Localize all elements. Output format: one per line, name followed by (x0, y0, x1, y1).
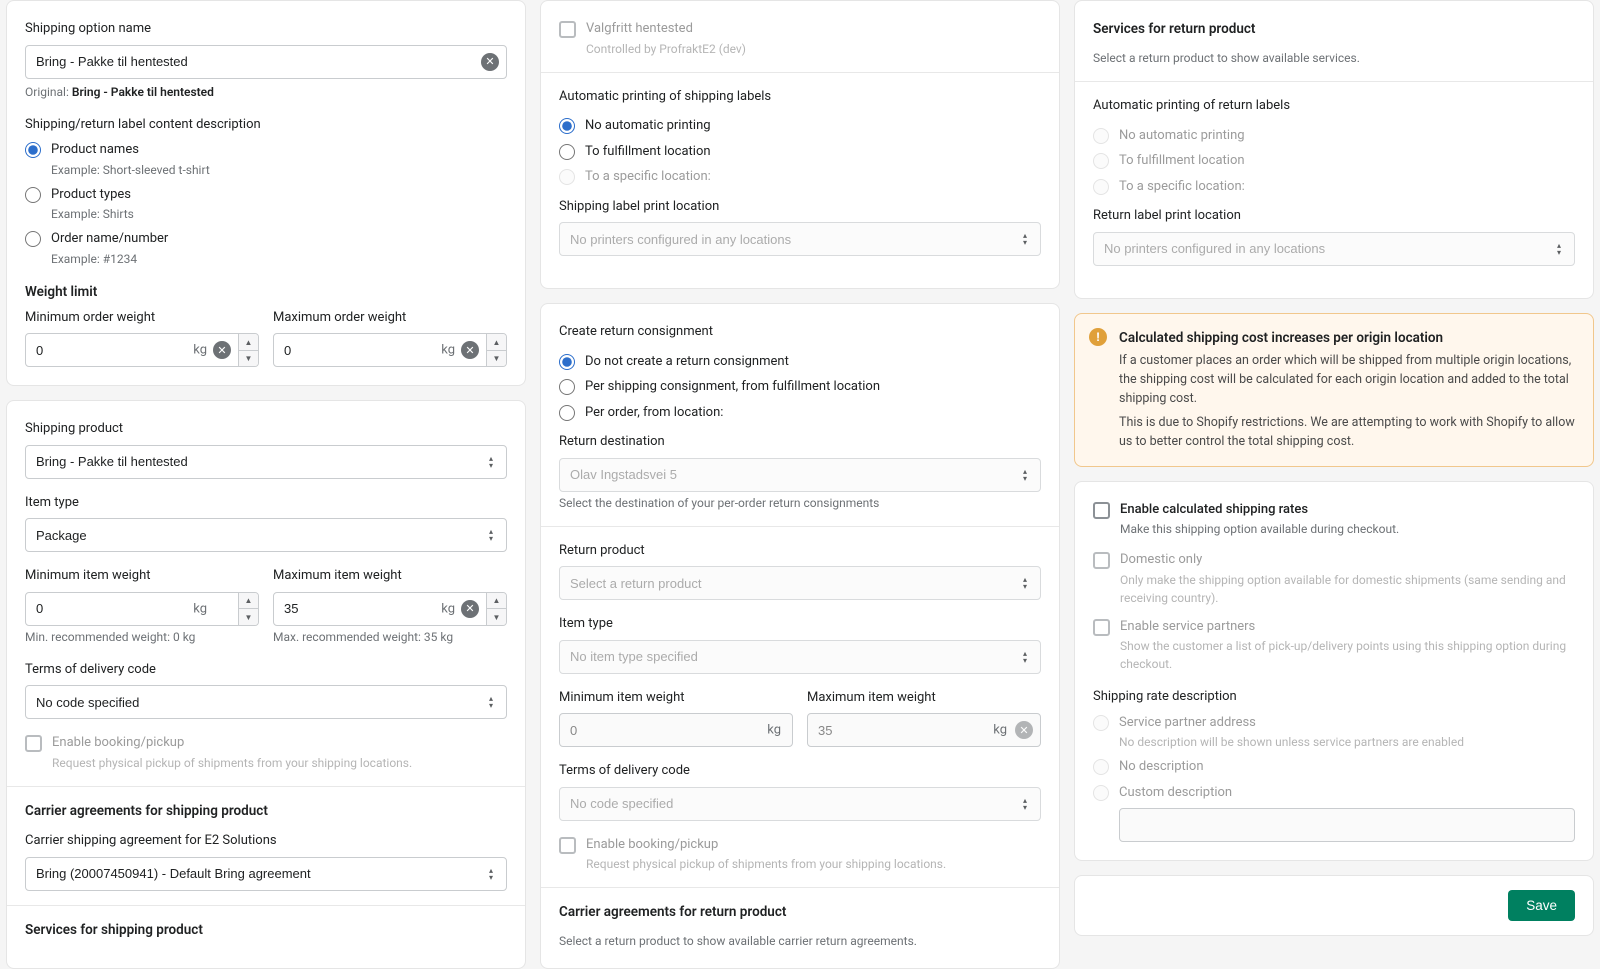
services-heading: Services for shipping product (25, 920, 507, 940)
chevron-down-icon[interactable]: ▼ (239, 609, 258, 625)
carrier-agreement-label: Carrier shipping agreement for E2 Soluti… (25, 831, 507, 851)
stepper[interactable]: ▲▼ (238, 334, 258, 366)
return-product-label: Return product (559, 541, 1041, 561)
chevron-down-icon[interactable]: ▼ (239, 351, 258, 367)
radio-specific-loc[interactable] (559, 169, 575, 185)
auto-print-heading: Automatic printing of shipping labels (559, 87, 1041, 107)
shipping-product-card: Shipping product Bring - Pakke til hente… (6, 400, 526, 969)
label-content-desc-heading: Shipping/return label content descriptio… (25, 115, 507, 135)
chevron-down-icon[interactable]: ▼ (487, 351, 506, 367)
return-product-select[interactable]: Select a return product (559, 566, 1041, 600)
terms-select[interactable]: No code specified (25, 685, 507, 719)
return-item-type-label: Item type (559, 614, 1041, 634)
print-location-label: Shipping label print location (559, 197, 1041, 217)
clear-icon[interactable]: ✕ (1015, 721, 1033, 739)
item-type-select[interactable]: Package (25, 518, 507, 552)
custom-desc-input[interactable] (1119, 808, 1575, 842)
banner-p1: If a customer places an order which will… (1119, 352, 1577, 408)
auto-print-card: Valgfritt hentestedControlled by Profrak… (540, 0, 1060, 289)
max-rec-note: Max. recommended weight: 35 kg (273, 628, 507, 646)
return-terms-label: Terms of delivery code (559, 761, 1041, 781)
radio-product-types[interactable] (25, 187, 41, 203)
valgfritt-checkbox[interactable] (559, 21, 576, 38)
return-dest-hint: Select the destination of your per-order… (559, 494, 1041, 512)
return-max-weight-label: Maximum item weight (807, 688, 1041, 708)
weight-limit-heading: Weight limit (25, 282, 507, 302)
radio-custom-desc[interactable] (1093, 785, 1109, 801)
chevron-up-icon[interactable]: ▲ (239, 334, 258, 351)
min-item-weight-label: Minimum item weight (25, 566, 259, 586)
services-return-card: Services for return product Select a ret… (1074, 0, 1594, 299)
warning-icon: ! (1089, 328, 1107, 346)
enable-booking-checkbox[interactable] (25, 735, 42, 752)
radio-no-return[interactable] (559, 354, 575, 370)
radio-product-names[interactable] (25, 142, 41, 158)
item-type-label: Item type (25, 493, 507, 513)
min-rec-note: Min. recommended weight: 0 kg (25, 628, 259, 646)
chevron-up-icon[interactable]: ▲ (487, 334, 506, 351)
return-dest-select[interactable]: Olav Ingstadsvei 5 (559, 458, 1041, 492)
chevron-down-icon[interactable]: ▼ (487, 609, 506, 625)
carrier-agreements-heading: Carrier agreements for shipping product (25, 801, 507, 821)
service-partners-checkbox[interactable] (1093, 619, 1110, 636)
radio-no-desc[interactable] (1093, 759, 1109, 775)
auto-return-print-heading: Automatic printing of return labels (1093, 96, 1575, 116)
radio-return-specific[interactable] (1093, 179, 1109, 195)
print-location-select[interactable]: No printers configured in any locations (559, 222, 1041, 256)
shipping-option-name-input[interactable] (25, 45, 507, 79)
return-dest-label: Return destination (559, 432, 1041, 452)
radio-no-auto-print[interactable] (559, 118, 575, 134)
warning-banner: ! Calculated shipping cost increases per… (1074, 313, 1594, 467)
shipping-option-name-label: Shipping option name (25, 19, 507, 39)
stepper[interactable]: ▲▼ (238, 593, 258, 625)
services-return-heading: Services for return product (1093, 19, 1575, 39)
return-print-location-select[interactable]: No printers configured in any locations (1093, 232, 1575, 266)
banner-p2: This is due to Shopify restrictions. We … (1119, 414, 1577, 452)
return-enable-booking-checkbox[interactable] (559, 837, 576, 854)
radio-per-shipping[interactable] (559, 379, 575, 395)
radio-return-no-auto[interactable] (1093, 128, 1109, 144)
enable-calc-checkbox[interactable] (1093, 502, 1110, 519)
radio-per-order[interactable] (559, 405, 575, 421)
save-button[interactable]: Save (1508, 890, 1575, 921)
banner-title: Calculated shipping cost increases per o… (1119, 328, 1577, 348)
max-item-weight-label: Maximum item weight (273, 566, 507, 586)
radio-fulfillment-loc[interactable] (559, 144, 575, 160)
calculated-rates-card: Enable calculated shipping ratesMake thi… (1074, 481, 1594, 862)
return-min-weight-label: Minimum item weight (559, 688, 793, 708)
max-order-weight-label: Maximum order weight (273, 308, 507, 328)
chevron-up-icon[interactable]: ▲ (487, 593, 506, 610)
clear-icon[interactable]: ✕ (461, 341, 479, 359)
shipping-option-card: Shipping option name ✕ Original: Bring -… (6, 0, 526, 386)
return-min-weight-input[interactable] (559, 713, 793, 747)
return-consignment-card: Create return consignment Do not create … (540, 303, 1060, 969)
stepper[interactable]: ▲▼ (486, 334, 506, 366)
save-bar: Save (1074, 875, 1594, 936)
clear-icon[interactable]: ✕ (461, 600, 479, 618)
create-return-heading: Create return consignment (559, 322, 1041, 342)
shipping-product-select[interactable]: Bring - Pakke til hentested (25, 445, 507, 479)
radio-service-partner-addr[interactable] (1093, 715, 1109, 731)
carrier-agreement-select[interactable]: Bring (20007450941) - Default Bring agre… (25, 857, 507, 891)
clear-icon[interactable]: ✕ (481, 53, 499, 71)
return-item-type-select[interactable]: No item type specified (559, 640, 1041, 674)
return-print-location-label: Return label print location (1093, 206, 1575, 226)
rate-desc-heading: Shipping rate description (1093, 687, 1575, 707)
min-order-weight-label: Minimum order weight (25, 308, 259, 328)
clear-icon[interactable]: ✕ (213, 341, 231, 359)
carrier-return-heading: Carrier agreements for return product (559, 902, 1041, 922)
domestic-checkbox[interactable] (1093, 552, 1110, 569)
original-label: Original: Bring - Pakke til hentested (25, 83, 507, 101)
services-return-hint: Select a return product to show availabl… (1093, 49, 1575, 67)
carrier-return-hint: Select a return product to show availabl… (559, 932, 1041, 950)
radio-return-fulfillment[interactable] (1093, 153, 1109, 169)
min-item-weight-input[interactable] (25, 592, 259, 626)
chevron-up-icon[interactable]: ▲ (239, 593, 258, 610)
return-terms-select[interactable]: No code specified (559, 787, 1041, 821)
stepper[interactable]: ▲▼ (486, 593, 506, 625)
radio-order-name[interactable] (25, 231, 41, 247)
terms-label: Terms of delivery code (25, 660, 507, 680)
shipping-product-label: Shipping product (25, 419, 507, 439)
